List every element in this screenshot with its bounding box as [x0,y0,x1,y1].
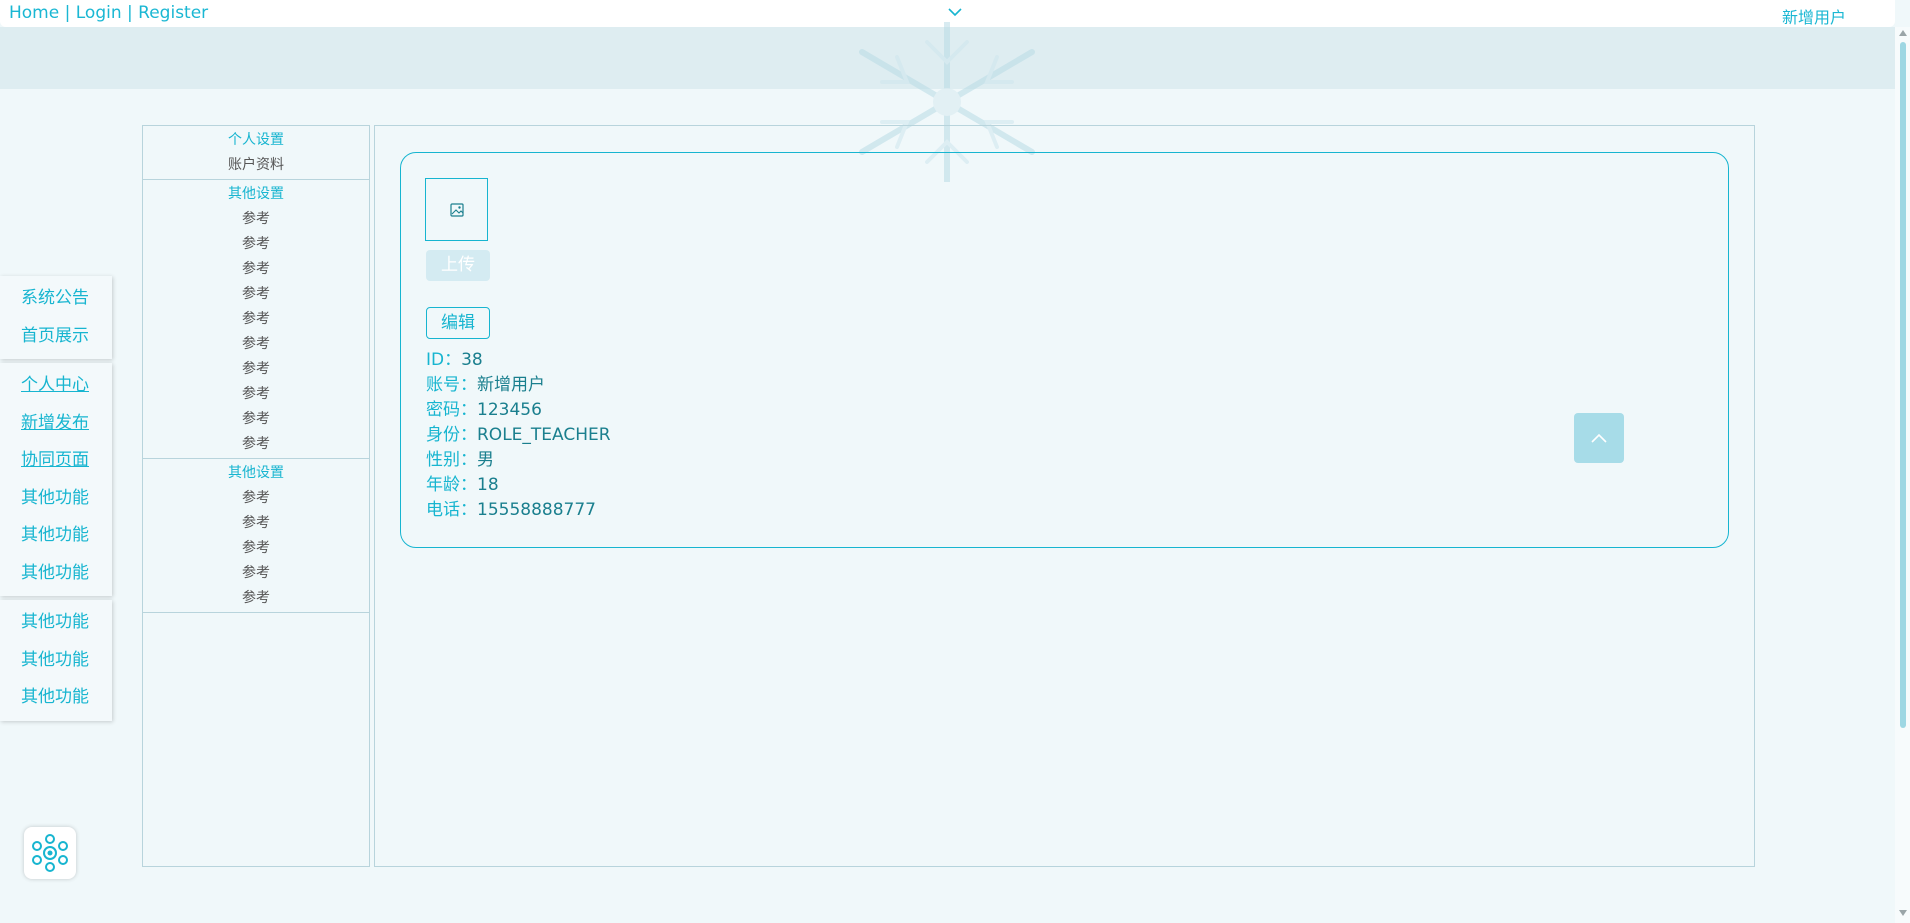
field-value: 123456 [477,400,542,420]
settings-section-title: 其他设置 [228,465,284,481]
field-value: 18 [477,475,499,495]
snowflake-logo-icon [32,834,68,872]
settings-item-reference[interactable]: 参考 [143,282,369,307]
field-account: 账号：新增用户 [426,373,611,398]
settings-item-reference[interactable]: 参考 [143,536,369,561]
home-link[interactable]: Home [9,3,59,23]
field-value: ROLE_TEACHER [477,425,611,445]
field-gender: 性别：男 [426,448,611,473]
field-label: ID： [426,350,462,370]
field-value: 15558888777 [477,500,596,520]
field-phone: 电话：15558888777 [426,498,611,523]
field-label: 账号： [426,375,477,395]
field-label: 身份： [426,425,477,445]
field-password: 密码：123456 [426,398,611,423]
field-age: 年龄：18 [426,473,611,498]
back-to-top-button[interactable] [1574,413,1624,463]
menu-item-notice[interactable]: 系统公告 [0,280,112,318]
chevron-up-icon [1591,433,1607,443]
nav-separator: | [127,3,133,23]
avatar[interactable] [425,178,488,241]
settings-item-reference[interactable]: 参考 [143,486,369,511]
top-nav: Home | Login | Register [9,3,208,23]
profile-info: ID：38 账号：新增用户 密码：123456 身份：ROLE_TEACHER … [426,348,611,523]
menu-item-new-publish[interactable]: 新增发布 [0,405,112,443]
image-icon [449,202,464,217]
settings-item-reference[interactable]: 参考 [143,561,369,586]
settings-item-reference[interactable]: 参考 [143,257,369,282]
settings-section-title: 个人设置 [228,132,284,148]
scrollbar-thumb[interactable] [1900,42,1906,728]
field-value: 38 [461,350,483,370]
field-label: 年龄： [426,475,477,495]
field-role: 身份：ROLE_TEACHER [426,423,611,448]
floating-side-menu: 系统公告 首页展示 个人中心 新增发布 协同页面 其他功能 其他功能 其他功能 … [0,276,112,725]
scroll-down-arrow-icon[interactable] [1899,910,1907,916]
upload-button[interactable]: 上传 [426,250,490,281]
floating-menu-group: 系统公告 首页展示 [0,276,112,359]
menu-item-home-display[interactable]: 首页展示 [0,318,112,356]
menu-item-other[interactable]: 其他功能 [0,679,112,717]
register-link[interactable]: Register [138,3,208,23]
settings-item-reference[interactable]: 参考 [143,432,369,457]
field-label: 密码： [426,400,477,420]
current-user-name[interactable]: 新增用户 [1782,4,1846,28]
menu-item-other[interactable]: 其他功能 [0,555,112,593]
settings-menu: 个人设置 账户资料 其他设置 参考 参考 参考 参考 参考 参考 参考 参考 参… [142,125,370,867]
menu-item-collab-page[interactable]: 协同页面 [0,442,112,480]
settings-item-reference[interactable]: 参考 [143,232,369,257]
settings-section-other: 其他设置 参考 参考 参考 参考 参考 参考 参考 参考 参考 参考 [143,180,369,459]
field-value: 男 [477,450,494,470]
edit-button[interactable]: 编辑 [426,307,490,339]
settings-item-account-profile[interactable]: 账户资料 [143,153,369,178]
menu-item-other[interactable]: 其他功能 [0,604,112,642]
scroll-up-arrow-icon[interactable] [1899,30,1907,36]
field-value: 新增用户 [477,375,545,395]
menu-item-other[interactable]: 其他功能 [0,517,112,555]
settings-section-other: 其他设置 参考 参考 参考 参考 参考 [143,459,369,613]
settings-section-personal: 个人设置 账户资料 [143,126,369,180]
nav-separator: | [64,3,71,23]
menu-item-other[interactable]: 其他功能 [0,642,112,680]
menu-item-personal-center[interactable]: 个人中心 [0,367,112,405]
chevron-down-icon[interactable] [947,6,963,18]
settings-item-reference[interactable]: 参考 [143,511,369,536]
login-link[interactable]: Login [76,3,122,23]
settings-item-reference[interactable]: 参考 [143,332,369,357]
settings-item-reference[interactable]: 参考 [143,207,369,232]
settings-item-reference[interactable]: 参考 [143,407,369,432]
snowflake-logo-button[interactable] [24,827,76,879]
field-label: 电话： [426,500,477,520]
settings-section-title: 其他设置 [228,186,284,202]
field-label: 性别： [426,450,477,470]
settings-item-reference[interactable]: 参考 [143,382,369,407]
floating-menu-group: 其他功能 其他功能 其他功能 [0,600,112,721]
settings-item-reference[interactable]: 参考 [143,357,369,382]
menu-item-other[interactable]: 其他功能 [0,480,112,518]
settings-item-reference[interactable]: 参考 [143,586,369,611]
floating-menu-group: 个人中心 新增发布 协同页面 其他功能 其他功能 其他功能 [0,363,112,596]
settings-item-reference[interactable]: 参考 [143,307,369,332]
field-id: ID：38 [426,348,611,373]
